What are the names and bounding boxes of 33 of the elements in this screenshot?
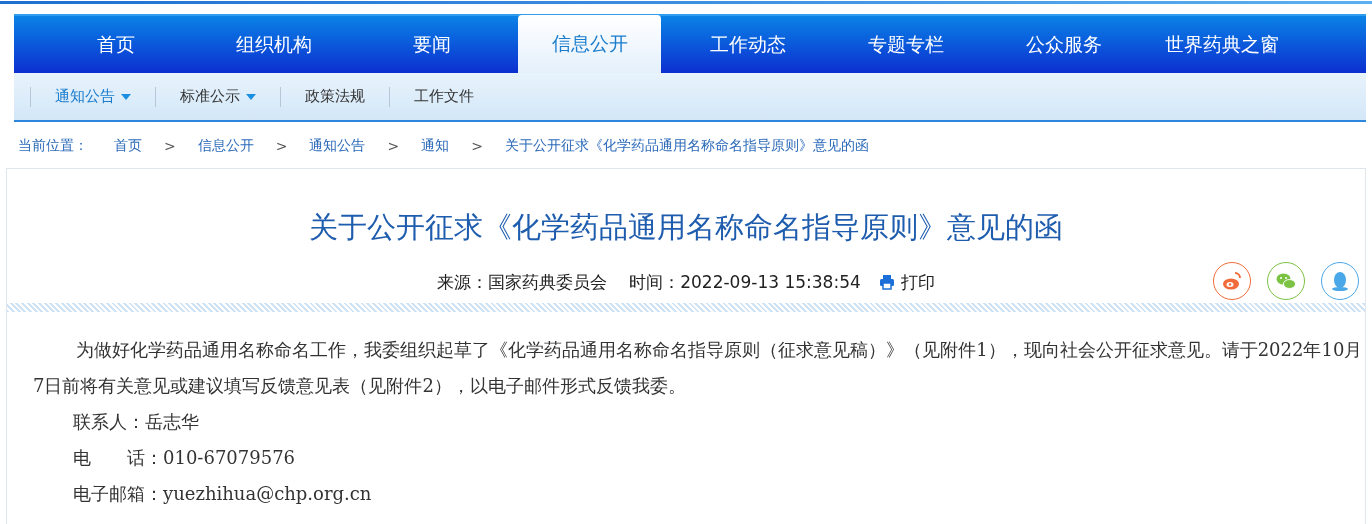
breadcrumb-separator: >: [387, 138, 400, 154]
sub-nav-link[interactable]: 标准公示: [156, 87, 280, 106]
breadcrumb-link[interactable]: 信息公开: [197, 137, 254, 155]
nav-tab[interactable]: 组织机构: [202, 17, 345, 73]
printer-icon: [878, 274, 895, 290]
caret-icon: [121, 93, 131, 100]
contact-line: 联系人：岳志华: [72, 410, 200, 434]
article-title: 关于公开征求《化学药品通用名称命名指导原则》意见的函: [308, 209, 1064, 246]
nav-tab[interactable]: 首页: [44, 17, 187, 73]
breadcrumb-link[interactable]: 通知公告: [309, 137, 366, 155]
nav-tab[interactable]: 世界药典之窗: [1150, 17, 1293, 73]
nav-tab[interactable]: 公众服务: [992, 17, 1135, 73]
sub-nav-link[interactable]: 通知公告: [31, 87, 155, 106]
breadcrumb-separator: >: [275, 138, 288, 154]
caret-icon: [246, 93, 256, 100]
contact-line: 电子邮箱：yuezhihua@chp.org.cn: [72, 482, 373, 506]
breadcrumb-label: 当前位置：: [18, 137, 88, 155]
sub-nav-link[interactable]: 政策法规: [281, 87, 389, 106]
article-time: 时间：2022-09-13 15:38:54: [629, 270, 861, 294]
article-source: 来源：国家药典委员会: [437, 270, 608, 294]
breadcrumb-link[interactable]: 关于公开征求《化学药品通用名称命名指导原则》意见的函: [504, 137, 869, 155]
contact-line: 电 话：010-67079576: [72, 446, 297, 470]
breadcrumb-separator: >: [471, 138, 483, 154]
nav-tab[interactable]: 信息公开: [518, 15, 661, 73]
breadcrumb-link[interactable]: 通知: [421, 137, 450, 155]
sub-nav-link[interactable]: 工作文件: [390, 87, 498, 106]
print-link[interactable]: 打印: [878, 270, 935, 294]
breadcrumb-link[interactable]: 首页: [114, 137, 142, 155]
nav-tab[interactable]: 工作动态: [676, 17, 819, 73]
article-paragraph: 为做好化学药品通用名称命名工作，我委组织起草了《化学药品通用名称命名指导原则（征求意见稿）》（见附件1），现向社会公开征求意见。请于2022年10月7日前将有关意见或建议填写反馈意见表（见附件2），以电子邮件形式反馈我委。: [33, 338, 1364, 398]
nav-tab[interactable]: 专题专栏: [834, 17, 977, 73]
nav-tab[interactable]: 要闻: [360, 17, 503, 73]
breadcrumb-separator: >: [164, 138, 176, 154]
